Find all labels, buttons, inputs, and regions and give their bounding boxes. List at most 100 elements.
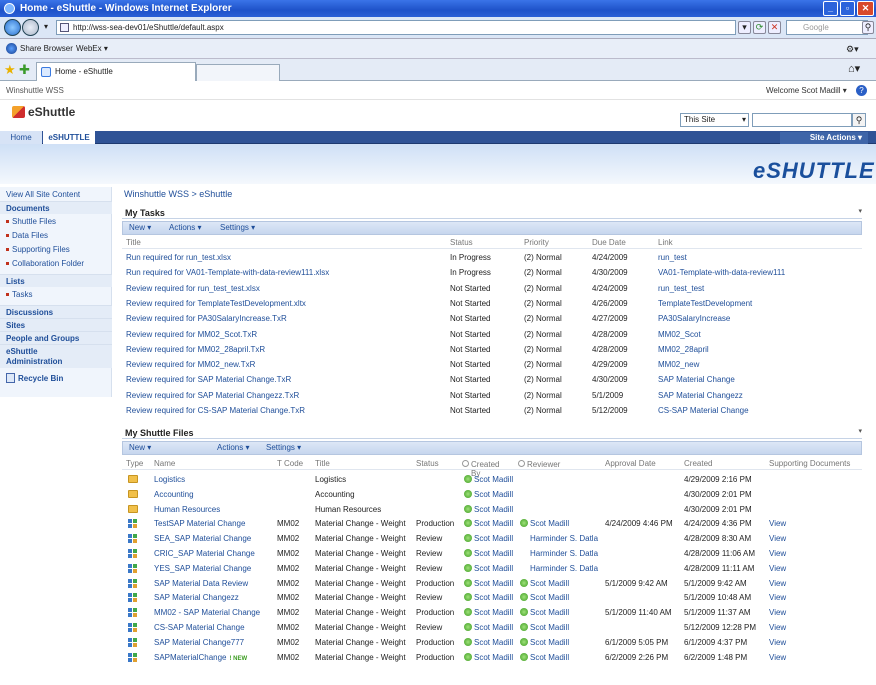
task-link[interactable]: MM02_28april [658,345,709,354]
favorites-star-icon[interactable]: ★ [4,62,16,78]
task-link[interactable]: MM02_new [658,360,699,369]
share-browser-link[interactable]: Share Browser [20,39,73,59]
site-search-button[interactable]: ⚲ [852,113,866,127]
col-reviewer[interactable]: Reviewer [518,459,560,469]
file-name-link[interactable]: SEA_SAP Material Change [154,534,251,543]
presence-online-icon[interactable] [520,519,528,528]
task-link[interactable]: CS-SAP Material Change [658,406,749,415]
welcome-menu[interactable]: Welcome Scot Madill ▾ [766,82,847,100]
tasks-title[interactable]: My Tasks [125,208,165,218]
reviewer-link[interactable]: Scot Madill [530,593,569,602]
created-by-link[interactable]: Scot Madill [474,579,513,588]
col-tcode[interactable]: T Code [277,459,303,468]
task-link[interactable]: SAP Material Change [658,375,735,384]
created-by-link[interactable]: Scot Madill [474,490,513,499]
created-by-link[interactable]: Scot Madill [474,608,513,617]
files-new-button[interactable]: New ▾ [129,442,151,454]
task-title-link[interactable]: Review required for MM02_new.TxR [126,360,255,369]
created-by-link[interactable]: Scot Madill [474,564,513,573]
presence-online-icon[interactable] [464,475,472,483]
address-input[interactable]: http://wss-sea-dev01/eShuttle/default.as… [56,20,736,35]
reviewer-link[interactable]: Scot Madill [530,623,569,632]
created-by-link[interactable]: Scot Madill [474,623,513,632]
tasks-new-button[interactable]: New ▾ [129,222,151,234]
task-link[interactable]: MM02_Scot [658,330,701,339]
created-by-link[interactable]: Scot Madill [474,549,513,558]
presence-online-icon[interactable] [520,578,528,587]
breadcrumb[interactable]: Winshuttle WSS > eShuttle [124,189,232,199]
help-icon[interactable]: ? [856,85,867,96]
nav-tab-home[interactable]: Home [0,131,42,144]
parent-site-link[interactable]: Winshuttle WSS [6,82,64,100]
new-tab-button[interactable] [196,64,280,81]
search-input[interactable]: Google [786,20,868,35]
presence-online-icon[interactable] [464,623,472,631]
webex-link[interactable]: WebEx ▾ [76,39,108,59]
reviewer-link[interactable]: Scot Madill [530,579,569,588]
close-button[interactable]: ✕ [857,1,874,16]
supporting-docs-link[interactable]: View [769,519,786,528]
created-by-link[interactable]: Scot Madill [474,593,513,602]
webpart-menu-icon[interactable]: ▾ [858,207,862,215]
file-name-link[interactable]: Human Resources [154,505,220,514]
reviewer-link[interactable]: Harminder S. Datla [530,534,598,543]
home-icon[interactable]: ⌂▾ [848,62,860,75]
file-name-link[interactable]: YES_SAP Material Change [154,564,251,573]
presence-online-icon[interactable] [464,593,472,602]
maximize-button[interactable]: ▫ [840,1,855,16]
col-created-by[interactable]: Created By [462,459,499,478]
created-by-link[interactable]: Scot Madill [474,505,513,514]
ql-shuttle-files[interactable]: Shuttle Files [6,217,56,226]
col-title[interactable]: Title [315,459,330,468]
tab-home-eshuttle[interactable]: Home - eShuttle [36,62,196,81]
created-by-link[interactable]: Scot Madill [474,519,513,528]
col-due-date[interactable]: Due Date [592,238,626,247]
col-priority[interactable]: Priority [524,238,549,247]
ql-supporting-files[interactable]: Supporting Files [6,245,70,254]
minimize-button[interactable]: _ [823,1,838,16]
task-title-link[interactable]: Review required for run_test_test.xlsx [126,284,260,293]
file-name-link[interactable]: CS-SAP Material Change [154,623,245,632]
reviewer-link[interactable]: Scot Madill [530,519,569,528]
col-created[interactable]: Created [684,459,712,468]
webpart-menu-icon[interactable]: ▾ [858,427,862,435]
file-name-link[interactable]: SAP Material Change777 [154,638,244,647]
history-dropdown-icon[interactable]: ▾ [44,22,48,31]
presence-online-icon[interactable] [464,563,472,572]
tasks-actions-button[interactable]: Actions ▾ [169,222,201,234]
nav-tab-eshuttle[interactable]: eSHUTTLE [43,131,95,144]
task-title-link[interactable]: Run required for run_test.xlsx [126,253,231,262]
file-name-link[interactable]: SAP Material Data Review [154,579,248,588]
task-title-link[interactable]: Run required for VA01-Template-with-data… [126,268,329,277]
supporting-docs-link[interactable]: View [769,534,786,543]
task-title-link[interactable]: Review required for TemplateTestDevelopm… [126,299,306,308]
ql-data-files[interactable]: Data Files [6,231,48,240]
file-name-link[interactable]: SAP Material Changezz [154,593,239,602]
presence-online-icon[interactable] [464,519,472,528]
task-title-link[interactable]: Review required for SAP Material Change.… [126,375,291,384]
ql-tasks[interactable]: Tasks [6,290,32,299]
col-status[interactable]: Status [416,459,439,468]
files-actions-button[interactable]: Actions ▾ [217,442,249,454]
search-magnifier-icon[interactable]: ⚲ [862,21,874,34]
presence-online-icon[interactable] [464,489,472,498]
supporting-docs-link[interactable]: View [769,653,786,662]
ql-discussions-heading[interactable]: Discussions [0,305,112,318]
presence-online-icon[interactable] [520,637,528,646]
ql-lists-heading[interactable]: Lists [0,274,112,287]
file-name-link[interactable]: Logistics [154,475,185,484]
created-by-link[interactable]: Scot Madill [474,475,513,484]
reviewer-link[interactable]: Scot Madill [530,638,569,647]
presence-online-icon[interactable] [520,623,528,631]
file-name-link[interactable]: SAPMaterialChange [154,653,226,662]
file-name-link[interactable]: Accounting [154,490,194,499]
presence-online-icon[interactable] [520,608,528,617]
files-settings-button[interactable]: Settings ▾ [266,442,301,454]
files-title[interactable]: My Shuttle Files [125,428,194,438]
task-title-link[interactable]: Review required for MM02_Scot.TxR [126,330,257,339]
supporting-docs-link[interactable]: View [769,564,786,573]
file-name-link[interactable]: TestSAP Material Change [154,519,245,528]
col-approval-date[interactable]: Approval Date [605,459,656,468]
refresh-icon[interactable]: ⟳ [753,21,766,34]
task-title-link[interactable]: Review required for PA30SalaryIncrease.T… [126,314,287,323]
